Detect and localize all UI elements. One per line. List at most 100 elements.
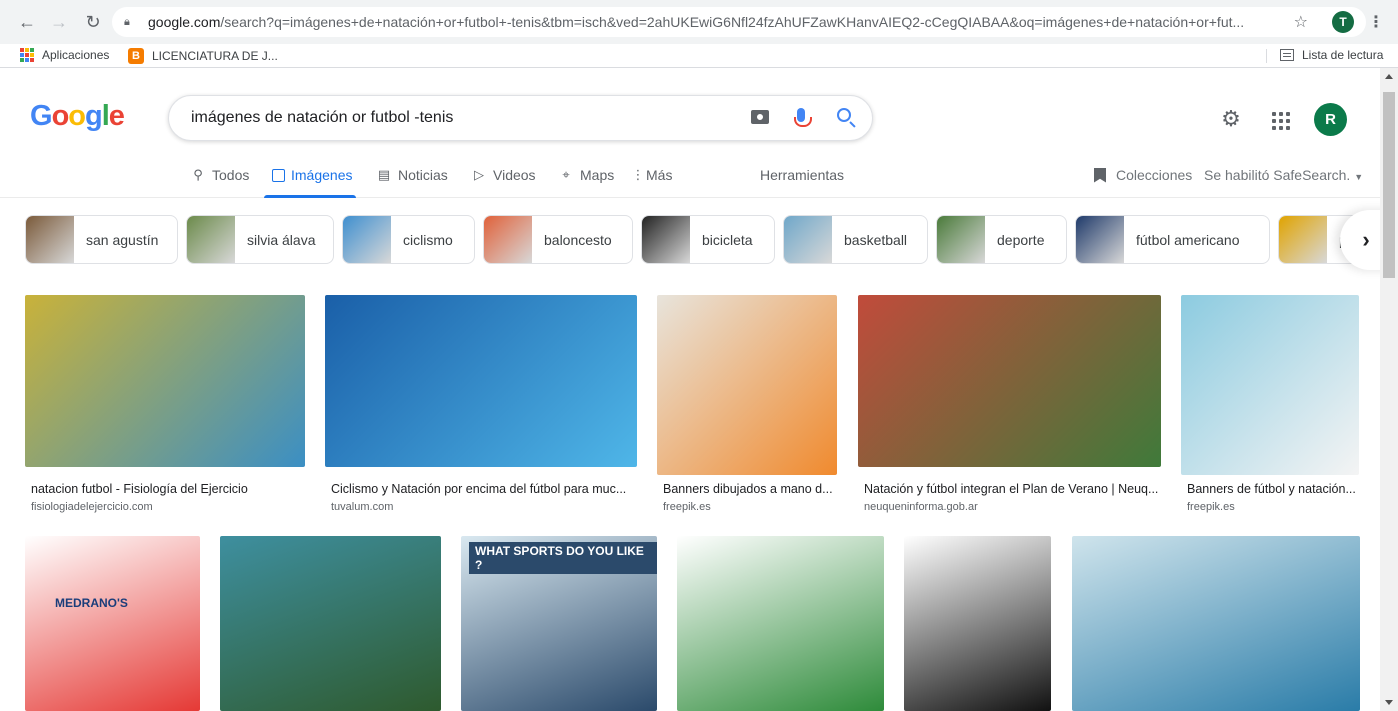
settings-gear-icon[interactable]: ⚙	[1220, 108, 1242, 130]
address-bar[interactable]: 🔒︎ google.com/search?q=imágenes+de+natac…	[112, 7, 1366, 37]
search-input[interactable]: imágenes de natación or futbol -tenis	[191, 109, 453, 127]
chip-label: baloncesto	[544, 231, 612, 248]
result-source[interactable]: fisiologiadelejercicio.com	[31, 501, 303, 513]
related-searches-chips: san agustín silvia álava ciclismo baloncest…	[25, 215, 1385, 265]
bookmarks-bar: Aplicaciones B LICENCIATURA DE J... List…	[0, 44, 1398, 68]
result-thumbnail[interactable]	[858, 295, 1161, 467]
active-tab-indicator	[264, 195, 356, 198]
chip-label: fútbol americano	[1136, 231, 1240, 248]
chip-related-search[interactable]: silvia álava	[186, 215, 334, 264]
tab-images-label: Imágenes	[291, 167, 353, 183]
scroll-up-arrow-icon[interactable]	[1385, 74, 1393, 79]
result-thumbnail[interactable]	[657, 295, 837, 475]
bookmarks-divider	[1266, 49, 1267, 63]
forward-arrow-icon[interactable]: →	[46, 9, 72, 35]
tab-videos[interactable]: ▷ Videos	[471, 167, 536, 183]
browser-menu-icon[interactable]: ⋮	[1368, 12, 1384, 32]
back-arrow-icon[interactable]: ←	[14, 9, 40, 35]
scroll-down-arrow-icon[interactable]	[1385, 700, 1393, 705]
chip-thumbnail	[937, 216, 985, 263]
search-box[interactable]: imágenes de natación or futbol -tenis	[168, 95, 873, 141]
result-source[interactable]: freepik.es	[663, 501, 835, 513]
browser-profile-avatar[interactable]: T	[1332, 11, 1354, 33]
bookmark-apps[interactable]: Aplicaciones	[20, 48, 109, 62]
image-result[interactable]: Banners de fútbol y natación... freepik.e…	[1181, 295, 1359, 520]
tab-maps-label: Maps	[580, 167, 615, 183]
logo-letter: o	[51, 100, 70, 132]
tab-more-label: Más	[646, 167, 673, 183]
result-thumbnail[interactable]	[677, 536, 884, 711]
tab-all[interactable]: ⚲ Todos	[190, 167, 249, 183]
tab-more[interactable]: ⋮ Más	[632, 167, 673, 183]
chip-label: basketball	[844, 231, 908, 248]
chip-related-search[interactable]: deporte	[936, 215, 1067, 264]
result-thumbnail[interactable]	[25, 295, 305, 467]
thumbnail-text: WHAT SPORTS DO YOU LIKE ?	[469, 542, 657, 574]
chip-thumbnail	[187, 216, 235, 263]
chip-related-search[interactable]: ciclismo	[342, 215, 475, 264]
image-result[interactable]: natacion futbol - Fisiología del Ejercic…	[25, 295, 305, 520]
result-thumbnail[interactable]	[220, 536, 441, 711]
result-thumbnail[interactable]	[904, 536, 1051, 711]
logo-letter: o	[68, 100, 86, 132]
scrollbar[interactable]	[1380, 68, 1398, 711]
result-thumbnail[interactable]: WHAT SPORTS DO YOU LIKE ?	[461, 536, 657, 711]
result-title[interactable]: Banners dibujados a mano d...	[663, 482, 835, 496]
image-result[interactable]	[677, 536, 884, 711]
bookmark-licenciatura[interactable]: B LICENCIATURA DE J...	[128, 48, 278, 64]
search-icon[interactable]	[837, 108, 851, 122]
image-result[interactable]: Banners dibujados a mano d... freepik.es	[657, 295, 837, 520]
google-logo[interactable]: Google	[30, 100, 125, 133]
bookmark-star-icon[interactable]: ☆	[1294, 12, 1308, 32]
apps-grid-icon	[20, 48, 34, 62]
safesearch-dropdown[interactable]: Se habilitó SafeSearch. ▼	[1204, 167, 1363, 183]
chip-related-search[interactable]: san agustín	[25, 215, 178, 264]
chip-label: silvia álava	[247, 231, 316, 248]
result-title[interactable]: Ciclismo y Natación por encima del fútbo…	[331, 482, 635, 496]
chip-thumbnail	[1076, 216, 1124, 263]
image-result[interactable]	[220, 536, 441, 711]
result-thumbnail[interactable]	[1072, 536, 1360, 711]
image-result[interactable]: Ciclismo y Natación por encima del fútbo…	[325, 295, 637, 520]
logo-letter: G	[30, 100, 53, 132]
image-result[interactable]	[904, 536, 1051, 711]
reading-list-label: Lista de lectura	[1302, 48, 1384, 62]
tab-news[interactable]: ▤ Noticias	[376, 167, 448, 183]
image-result[interactable]: Natación y fútbol integran el Plan de Ve…	[858, 295, 1161, 520]
google-apps-icon[interactable]	[1272, 112, 1290, 130]
microphone-icon[interactable]	[794, 108, 812, 127]
chip-label: deporte	[997, 231, 1045, 248]
url-text[interactable]: google.com/search?q=imágenes+de+natación…	[148, 14, 1288, 30]
camera-icon[interactable]	[751, 110, 769, 124]
account-avatar[interactable]: R	[1314, 103, 1347, 136]
tools-button[interactable]: Herramientas	[760, 167, 844, 183]
reload-icon[interactable]: ↻	[80, 9, 106, 35]
result-title[interactable]: Banners de fútbol y natación...	[1187, 482, 1357, 496]
scrollbar-thumb[interactable]	[1383, 92, 1395, 278]
search-tabs: ⚲ Todos Imágenes ▤ Noticias ▷ Videos ⌖ M…	[0, 160, 1380, 198]
chip-related-search[interactable]: fútbol americano	[1075, 215, 1270, 264]
chip-related-search[interactable]: bicicleta	[641, 215, 775, 264]
image-result[interactable]	[1072, 536, 1360, 711]
result-title[interactable]: natacion futbol - Fisiología del Ejercic…	[31, 482, 303, 496]
result-source[interactable]: freepik.es	[1187, 501, 1357, 513]
image-result[interactable]: MEDRANO'S	[25, 536, 200, 711]
bookmark-licenciatura-label: LICENCIATURA DE J...	[152, 49, 278, 63]
tab-maps[interactable]: ⌖ Maps	[558, 167, 614, 183]
tab-all-label: Todos	[212, 167, 250, 183]
result-source[interactable]: neuqueninforma.gob.ar	[864, 501, 1159, 513]
tab-images[interactable]: Imágenes	[272, 167, 352, 183]
chip-thumbnail	[642, 216, 690, 263]
result-thumbnail[interactable]: MEDRANO'S	[25, 536, 200, 711]
browser-toolbar: ← → ↻ 🔒︎ google.com/search?q=imágenes+de…	[0, 0, 1398, 44]
result-title[interactable]: Natación y fútbol integran el Plan de Ve…	[864, 482, 1159, 496]
image-result[interactable]: WHAT SPORTS DO YOU LIKE ?	[461, 536, 657, 711]
chip-related-search[interactable]: baloncesto	[483, 215, 633, 264]
chip-related-search[interactable]: basketball	[783, 215, 928, 264]
collections-button[interactable]: Colecciones	[1094, 167, 1192, 183]
result-thumbnail[interactable]	[1181, 295, 1359, 475]
bookmark-apps-label: Aplicaciones	[42, 48, 110, 62]
result-source[interactable]: tuvalum.com	[331, 501, 635, 513]
reading-list-button[interactable]: Lista de lectura	[1280, 48, 1383, 62]
result-thumbnail[interactable]	[325, 295, 637, 467]
